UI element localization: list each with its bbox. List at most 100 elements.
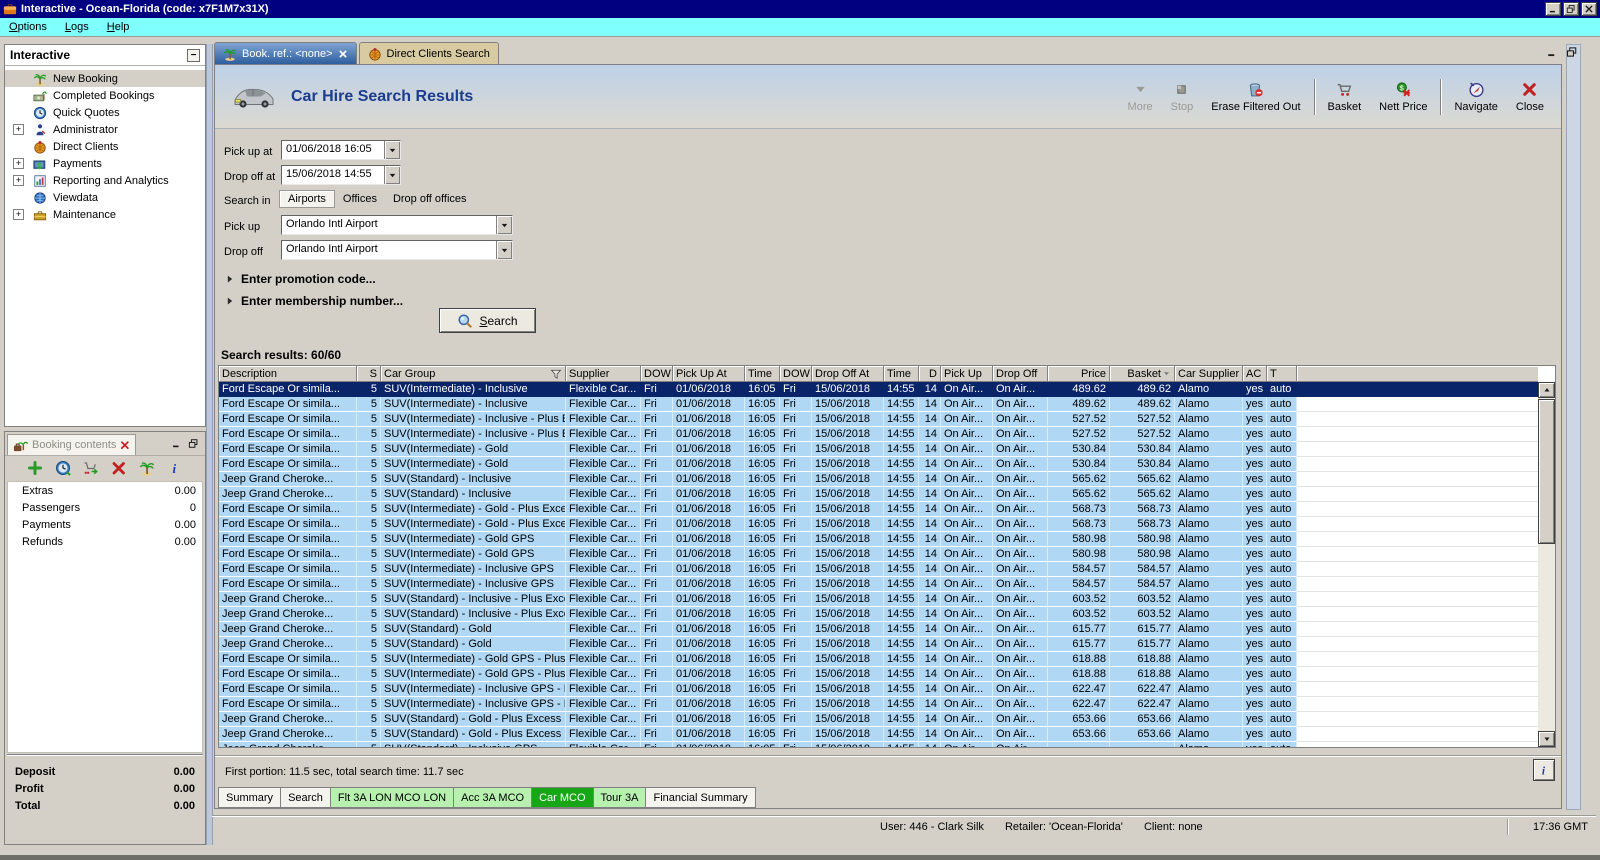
combo-arrow-icon[interactable] xyxy=(496,241,512,259)
pick-up-combo[interactable]: Orlando Intl Airport xyxy=(281,215,513,235)
bottom-tab-car-mco[interactable]: Car MCO xyxy=(532,787,594,808)
close-button[interactable]: Close xyxy=(1507,79,1553,115)
column-header-s[interactable]: S xyxy=(357,366,381,382)
combo-arrow-icon[interactable] xyxy=(496,216,512,234)
column-header-car-group[interactable]: Car Group xyxy=(381,366,566,382)
table-row[interactable]: Ford Escape Or simila... 5 SUV(Intermediat… xyxy=(219,682,1538,697)
search-button[interactable]: Search xyxy=(439,308,536,333)
table-row[interactable]: Ford Escape Or simila... 5 SUV(Intermediat… xyxy=(219,577,1538,592)
bottom-tab-acc-3a-mco[interactable]: Acc 3A MCO xyxy=(454,787,533,808)
column-header-d[interactable]: D xyxy=(919,366,941,382)
nett-price-button[interactable]: $ Nett Price xyxy=(1370,79,1436,115)
minimize-button[interactable] xyxy=(1545,2,1561,16)
left-splitter[interactable] xyxy=(206,44,213,845)
stop-button[interactable]: Stop xyxy=(1162,79,1203,115)
table-row[interactable]: Jeep Grand Cheroke... 5 SUV(Standard) - Go… xyxy=(219,622,1538,637)
scroll-down-button[interactable] xyxy=(1538,731,1555,747)
booking-contents-row[interactable]: Payments 0.00 xyxy=(8,516,202,533)
menu-help[interactable]: Help xyxy=(98,19,139,35)
table-row[interactable]: Ford Escape Or simila... 5 SUV(Intermediat… xyxy=(219,412,1538,427)
table-row[interactable]: Ford Escape Or simila... 5 SUV(Intermediat… xyxy=(219,562,1538,577)
table-row[interactable]: Jeep Grand Cheroke...5SUV(Standard) - In… xyxy=(219,742,1538,747)
column-header-drop-off[interactable]: Drop Off xyxy=(993,366,1048,382)
bottom-tab-search[interactable]: Search xyxy=(281,787,331,808)
table-row[interactable]: Ford Escape Or simila... 5 SUV(Intermediat… xyxy=(219,442,1538,457)
panel-maximize-icon[interactable] xyxy=(188,438,199,449)
sidebar-item-direct-clients[interactable]: Direct Clients xyxy=(5,138,205,155)
column-header-drop-off-at[interactable]: Drop Off At xyxy=(812,366,884,382)
booking-contents-row[interactable]: Passengers 0 xyxy=(8,499,202,516)
table-row[interactable]: Jeep Grand Cheroke... 5 SUV(Standard) - Go… xyxy=(219,727,1538,742)
more-button[interactable]: More xyxy=(1119,79,1162,115)
delete-button[interactable] xyxy=(110,459,128,477)
table-row[interactable]: Jeep Grand Cheroke...5SUV(Standard) - In… xyxy=(219,607,1538,622)
search-in-drop-off-offices[interactable]: Drop off offices xyxy=(385,191,475,207)
expand-plus-icon[interactable]: + xyxy=(13,175,24,186)
transfer-basket-button[interactable] xyxy=(82,459,100,477)
close-tab-icon[interactable] xyxy=(338,49,348,59)
panel-minimize-icon[interactable] xyxy=(1546,46,1558,58)
expand-plus-icon[interactable]: + xyxy=(13,209,24,220)
search-in-offices[interactable]: Offices xyxy=(335,191,385,207)
tab-direct-clients-search[interactable]: Direct Clients Search xyxy=(358,42,499,64)
close-window-button[interactable] xyxy=(1581,2,1597,16)
table-row[interactable]: Ford Escape Or simila... 5 SUV(Intermediat… xyxy=(219,457,1538,472)
bottom-tab-summary[interactable]: Summary xyxy=(218,787,282,808)
column-header-description[interactable]: Description xyxy=(219,366,357,382)
erase-filtered-out-button[interactable]: Erase Filtered Out xyxy=(1202,79,1309,115)
booking-contents-row[interactable]: Refunds 0.00 xyxy=(8,533,202,550)
sidebar-item-new-booking[interactable]: New Booking xyxy=(5,70,205,87)
table-row[interactable]: Jeep Grand Cheroke...5SUV(Standard) - In… xyxy=(219,472,1538,487)
sidebar-item-maintenance[interactable]: + Maintenance xyxy=(5,206,205,223)
search-in-airports[interactable]: Airports xyxy=(279,190,335,208)
add-button[interactable] xyxy=(26,459,44,477)
table-row[interactable]: Ford Escape Or simila... 5 SUV(Intermediat… xyxy=(219,652,1538,667)
table-row[interactable]: Ford Escape Or simila... 5 SUV(Intermediat… xyxy=(219,667,1538,682)
table-row[interactable]: Jeep Grand Cheroke...5SUV(Standard) - In… xyxy=(219,487,1538,502)
table-row[interactable]: Jeep Grand Cheroke... 5 SUV(Standard) - Go… xyxy=(219,712,1538,727)
column-header-time[interactable]: Time xyxy=(745,366,780,382)
navigate-button[interactable]: Navigate xyxy=(1445,79,1506,115)
panel-minimize-icon[interactable] xyxy=(171,438,182,449)
close-tab-icon[interactable] xyxy=(120,440,130,450)
panel-maximize-icon[interactable] xyxy=(1566,46,1578,58)
sidebar-item-payments[interactable]: + $ Payments xyxy=(5,155,205,172)
scroll-up-button[interactable] xyxy=(1538,382,1555,398)
column-header-time[interactable]: Time xyxy=(884,366,919,382)
table-scrollbar[interactable] xyxy=(1538,382,1555,747)
column-header-pick-up[interactable]: Pick Up xyxy=(941,366,993,382)
menu-options[interactable]: Options xyxy=(0,19,56,35)
expand-plus-icon[interactable]: + xyxy=(13,158,24,169)
scrollbar-thumb[interactable] xyxy=(1538,399,1555,544)
sidebar-item-reporting-and-analytics[interactable]: + Reporting and Analytics xyxy=(5,172,205,189)
drop-off-at-field[interactable]: 15/06/2018 14:55 xyxy=(281,165,401,185)
column-header-dow[interactable]: DOW xyxy=(780,366,812,382)
restore-button[interactable] xyxy=(1563,2,1579,16)
drop-off-combo[interactable]: Orlando Intl Airport xyxy=(281,240,513,260)
bottom-tab-tour-3a[interactable]: Tour 3A xyxy=(593,787,647,808)
booking-contents-row[interactable]: Extras 0.00 xyxy=(8,482,202,499)
expander-enter-promotion-code[interactable]: Enter promotion code... xyxy=(225,270,376,288)
column-header-basket[interactable]: Basket xyxy=(1110,366,1175,382)
info-button[interactable]: i xyxy=(1533,759,1555,781)
filter-funnel-icon[interactable] xyxy=(550,368,562,380)
expand-plus-icon[interactable]: + xyxy=(13,124,24,135)
table-row[interactable]: Ford Escape Or simila... 5 SUV(Intermediat… xyxy=(219,697,1538,712)
info-button[interactable]: i xyxy=(166,459,184,477)
right-splitter[interactable] xyxy=(1566,44,1581,810)
tab-book-ref[interactable]: Book. ref.: <none> xyxy=(214,42,357,64)
table-row[interactable]: Ford Escape Or simila... 5 SUV(Intermediat… xyxy=(219,502,1538,517)
quick-quote-button[interactable] xyxy=(54,459,72,477)
booking-contents-tab[interactable]: Booking contents xyxy=(7,434,137,455)
column-header-pick-up-at[interactable]: Pick Up At xyxy=(673,366,745,382)
column-header-ac[interactable]: AC xyxy=(1243,366,1267,382)
combo-arrow-icon[interactable] xyxy=(384,166,400,184)
table-row[interactable]: Ford Escape Or simila... 5 SUV(Intermediat… xyxy=(219,547,1538,562)
sidebar-item-completed-bookings[interactable]: Completed Bookings xyxy=(5,87,205,104)
menu-logs[interactable]: Logs xyxy=(56,19,98,35)
new-booking-button[interactable] xyxy=(138,459,156,477)
collapse-panel-button[interactable]: − xyxy=(187,48,200,62)
combo-arrow-icon[interactable] xyxy=(384,141,400,159)
bottom-tab-flt-3a-lon-mco-lon[interactable]: Flt 3A LON MCO LON xyxy=(330,787,455,808)
column-header-car-supplier[interactable]: Car Supplier xyxy=(1175,366,1243,382)
